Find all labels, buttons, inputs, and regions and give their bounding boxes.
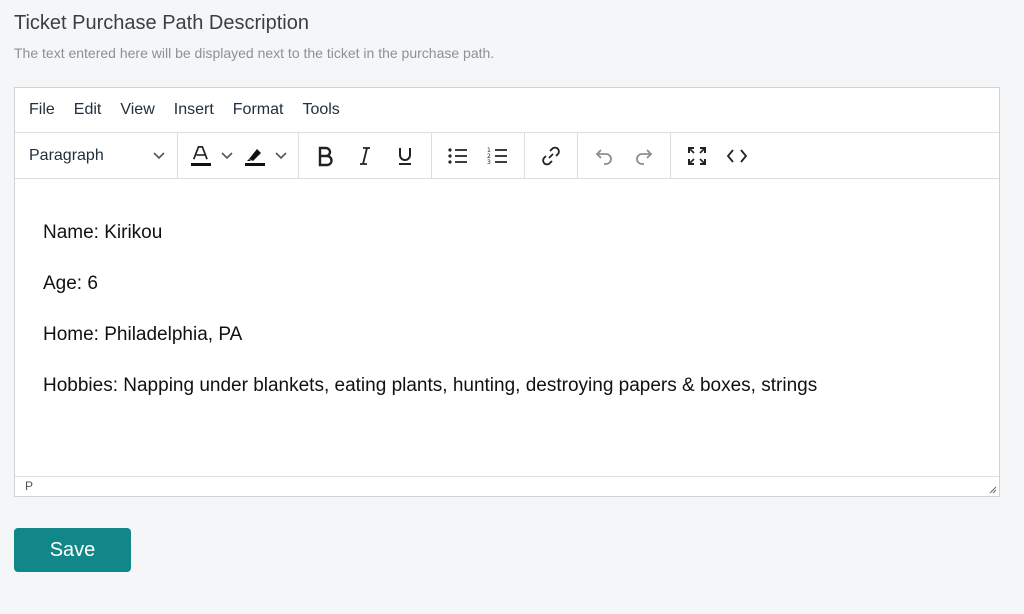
rich-text-editor: File Edit View Insert Format Tools Parag… [14, 87, 1000, 497]
paragraph-name: Name: Kirikou [43, 222, 163, 243]
section-subtitle: The text entered here will be displayed … [14, 45, 495, 61]
underline-icon [399, 147, 411, 165]
link-icon [542, 146, 560, 165]
paragraph-home: Home: Philadelphia, PA [43, 324, 243, 345]
chevron-down-icon [221, 151, 233, 159]
italic-button[interactable] [345, 139, 385, 173]
highlight-icon [245, 148, 265, 166]
menu-format[interactable]: Format [233, 101, 284, 119]
italic-icon [360, 146, 370, 165]
menu-file[interactable]: File [29, 101, 55, 119]
source-code-icon [726, 148, 748, 163]
editor-content[interactable]: Name: Kirikou Age: 6 Home: Philadelphia,… [15, 179, 999, 476]
highlight-color-button[interactable] [238, 139, 292, 173]
bullet-list-icon [448, 147, 467, 164]
undo-button[interactable] [584, 139, 624, 173]
save-button[interactable]: Save [14, 528, 131, 572]
fullscreen-button[interactable] [677, 139, 717, 173]
underline-button[interactable] [385, 139, 425, 173]
text-color-button[interactable] [184, 139, 238, 173]
menu-tools[interactable]: Tools [302, 101, 339, 119]
block-format-select[interactable]: Paragraph [15, 132, 178, 179]
editor-toolbar: Paragraph 1 2 3 [15, 132, 999, 179]
editor-statusbar: P [15, 476, 999, 496]
menu-insert[interactable]: Insert [174, 101, 214, 119]
undo-icon [595, 148, 612, 165]
bullet-list-button[interactable] [438, 139, 478, 173]
resize-handle-icon[interactable] [987, 484, 997, 494]
numbered-list-icon: 1 2 3 [487, 147, 507, 166]
link-button[interactable] [531, 139, 571, 173]
bold-icon [318, 146, 333, 166]
numbered-list-button[interactable]: 1 2 3 [478, 139, 518, 173]
chevron-down-icon [153, 151, 165, 159]
source-code-button[interactable] [717, 139, 757, 173]
redo-button[interactable] [624, 139, 664, 173]
paragraph-hobbies: Hobbies: Napping under blankets, eating … [43, 375, 818, 396]
chevron-down-icon [275, 151, 287, 159]
svg-text:3: 3 [487, 159, 491, 166]
menu-view[interactable]: View [120, 101, 154, 119]
paragraph-age: Age: 6 [43, 273, 98, 294]
redo-icon [636, 148, 653, 165]
menu-edit[interactable]: Edit [74, 101, 102, 119]
fullscreen-icon [688, 146, 706, 165]
text-color-icon [191, 145, 211, 166]
block-format-label: Paragraph [29, 146, 104, 164]
editor-menubar: File Edit View Insert Format Tools [15, 88, 999, 133]
section-title: Ticket Purchase Path Description [14, 12, 309, 34]
element-path[interactable]: P [25, 479, 33, 493]
bold-button[interactable] [305, 139, 345, 173]
